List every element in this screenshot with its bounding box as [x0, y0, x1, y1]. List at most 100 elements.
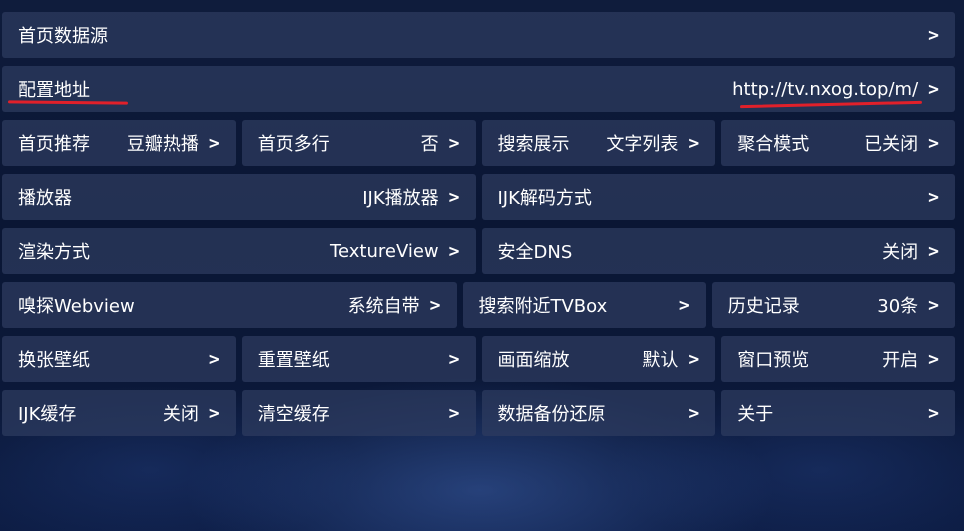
chevron-right-icon: > [688, 402, 700, 424]
settings-row-3: 首页推荐 豆瓣热播 > 首页多行 否 > 搜索展示 文字列表 > 聚合模式 已关… [2, 120, 955, 166]
setting-label: 数据备份还原 [497, 404, 606, 425]
setting-label: 重置壁纸 [257, 350, 330, 371]
setting-value: 30条 [877, 296, 919, 317]
setting-value: 默认 [642, 350, 679, 371]
setting-right: 关闭 > [882, 238, 939, 264]
chevron-right-icon: > [448, 348, 460, 370]
setting-right: > [918, 403, 939, 424]
setting-value: 否 [420, 134, 439, 155]
setting-label: 窗口预览 [737, 350, 810, 371]
setting-right: TextureView > [330, 241, 459, 262]
setting-right: 系统自带 > [348, 292, 441, 318]
setting-value: TextureView [330, 240, 439, 262]
setting-label: 搜索附近TVBox [478, 296, 608, 317]
setting-right: > [918, 187, 939, 208]
setting-right: 文字列表 > [606, 130, 699, 156]
setting-label: 聚合模式 [737, 134, 810, 155]
setting-home-data-source[interactable]: 首页数据源 > [2, 12, 955, 58]
setting-right: IJK播放器 > [362, 184, 459, 210]
settings-row-8: IJK缓存 关闭 > 清空缓存 > 数据备份还原 > 关于 > [2, 390, 955, 436]
setting-right: 已关闭 > [864, 130, 939, 156]
chevron-right-icon: > [448, 240, 460, 262]
chevron-right-icon: > [208, 402, 220, 424]
setting-label: 关于 [737, 404, 774, 425]
setting-value: 系统自带 [347, 296, 420, 317]
setting-right: 豆瓣热播 > [127, 130, 220, 156]
setting-data-backup-restore[interactable]: 数据备份还原 > [481, 390, 716, 436]
setting-label: 首页数据源 [18, 26, 108, 47]
chevron-right-icon: > [928, 294, 939, 316]
settings-row-5: 渲染方式 TextureView > 安全DNS 关闭 > [2, 228, 955, 274]
setting-player[interactable]: 播放器 IJK播放器 > [2, 174, 476, 220]
settings-row-7: 换张壁纸 > 重置壁纸 > 画面缩放 默认 > 窗口预览 开启 > [2, 336, 955, 382]
setting-right: > [439, 349, 460, 370]
setting-label: 首页多行 [257, 134, 330, 155]
chevron-right-icon: > [678, 294, 690, 316]
setting-right: > [678, 403, 699, 424]
setting-window-preview[interactable]: 窗口预览 开启 > [721, 336, 955, 382]
setting-right: 默认 > [642, 346, 699, 372]
setting-value: 关闭 [162, 404, 199, 425]
setting-right: 30条 > [877, 292, 939, 318]
setting-label: 搜索展示 [497, 134, 570, 155]
setting-right: 否 > [421, 130, 460, 156]
chevron-right-icon: > [688, 348, 700, 370]
setting-right: > [669, 295, 690, 316]
chevron-right-icon: > [448, 186, 460, 208]
chevron-right-icon: > [208, 348, 220, 370]
chevron-right-icon: > [928, 186, 939, 208]
setting-right: > [199, 349, 220, 370]
setting-search-display[interactable]: 搜索展示 文字列表 > [481, 120, 716, 166]
settings-row-6: 嗅探Webview 系统自带 > 搜索附近TVBox > 历史记录 30条 > [2, 282, 955, 328]
setting-about[interactable]: 关于 > [721, 390, 955, 436]
setting-value: IJK播放器 [362, 188, 439, 209]
setting-label: 首页推荐 [18, 134, 90, 155]
chevron-right-icon: > [928, 402, 939, 424]
setting-label: 配置地址 [18, 80, 90, 101]
setting-label: 嗅探Webview [18, 296, 135, 317]
setting-secure-dns[interactable]: 安全DNS 关闭 > [481, 228, 955, 274]
setting-clear-cache[interactable]: 清空缓存 > [241, 390, 476, 436]
chevron-right-icon: > [208, 132, 220, 154]
setting-right: 开启 > [882, 346, 939, 372]
setting-label: 安全DNS [497, 242, 573, 263]
setting-label: IJK解码方式 [497, 188, 592, 209]
setting-ijk-cache[interactable]: IJK缓存 关闭 > [2, 390, 236, 436]
setting-value: 文字列表 [606, 134, 679, 155]
setting-value: 关闭 [882, 242, 919, 263]
setting-aggregate-mode[interactable]: 聚合模式 已关闭 > [721, 120, 955, 166]
setting-label: 播放器 [18, 188, 72, 209]
setting-picture-scale[interactable]: 画面缩放 默认 > [481, 336, 716, 382]
setting-label: 画面缩放 [497, 350, 570, 371]
setting-label: 换张壁纸 [18, 350, 90, 371]
settings-row-4: 播放器 IJK播放器 > IJK解码方式 > [2, 174, 955, 220]
chevron-right-icon: > [429, 294, 441, 316]
setting-render-mode[interactable]: 渲染方式 TextureView > [2, 228, 476, 274]
setting-home-recommend[interactable]: 首页推荐 豆瓣热播 > [2, 120, 236, 166]
setting-home-multi-row[interactable]: 首页多行 否 > [241, 120, 476, 166]
chevron-right-icon: > [928, 348, 939, 370]
chevron-right-icon: > [448, 132, 460, 154]
chevron-right-icon: > [928, 24, 939, 46]
setting-right: 关闭 > [163, 400, 220, 426]
chevron-right-icon: > [928, 132, 939, 154]
chevron-right-icon: > [688, 132, 700, 154]
setting-right: > [918, 25, 939, 46]
setting-sniff-webview[interactable]: 嗅探Webview 系统自带 > [2, 282, 457, 328]
setting-change-wallpaper[interactable]: 换张壁纸 > [2, 336, 236, 382]
setting-ijk-decode-mode[interactable]: IJK解码方式 > [481, 174, 955, 220]
setting-label: 历史记录 [727, 296, 800, 317]
setting-right: > [439, 403, 460, 424]
settings-row-home-source: 首页数据源 > [2, 12, 955, 58]
setting-reset-wallpaper[interactable]: 重置壁纸 > [241, 336, 476, 382]
chevron-right-icon: > [928, 78, 939, 100]
setting-label: IJK缓存 [18, 404, 77, 425]
setting-search-nearby-tvbox[interactable]: 搜索附近TVBox > [462, 282, 706, 328]
chevron-right-icon: > [448, 402, 460, 424]
setting-label: 清空缓存 [257, 404, 330, 425]
setting-history[interactable]: 历史记录 30条 > [711, 282, 955, 328]
setting-value: 豆瓣热播 [126, 134, 199, 155]
setting-value: 已关闭 [864, 134, 919, 155]
setting-right: http://tv.nxog.top/m/ > [732, 79, 939, 100]
setting-label: 渲染方式 [18, 242, 90, 263]
